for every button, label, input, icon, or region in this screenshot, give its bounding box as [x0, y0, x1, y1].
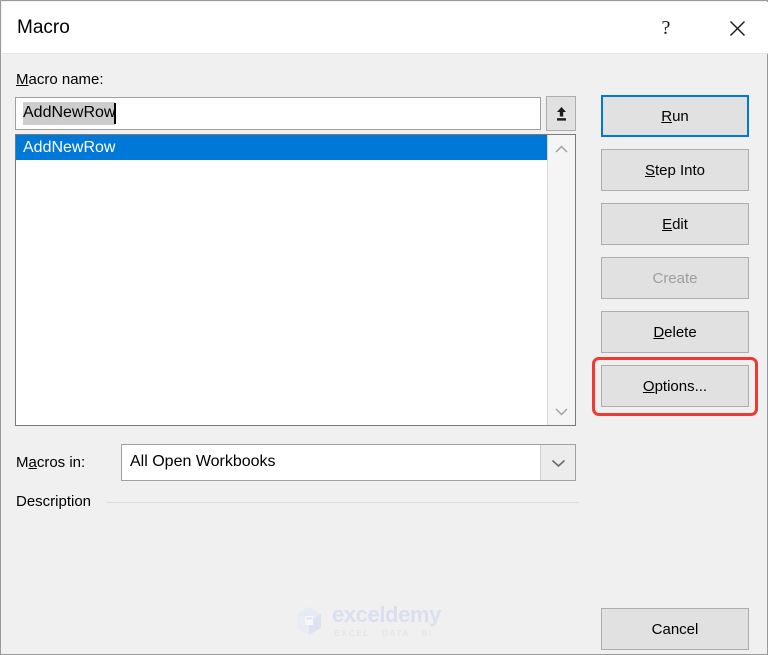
macro-name-input[interactable]: AddNewRow — [15, 97, 541, 130]
run-button-label: un — [672, 107, 689, 125]
question-mark-icon: ? — [661, 17, 671, 39]
dialog-titlebar: Macro ? — [2, 2, 768, 54]
chevron-up-icon — [555, 145, 568, 153]
description-separator — [106, 502, 579, 503]
upload-arrow-icon — [556, 106, 566, 121]
macro-dialog: Macro ? Macro name: AddNewRow AddNewRow — [0, 0, 768, 655]
upload-macro-button[interactable] — [546, 96, 576, 131]
exceldemy-logo-icon — [297, 607, 321, 635]
text-caret — [114, 103, 117, 124]
macros-in-label-prefix: M — [16, 454, 29, 471]
edit-button[interactable]: Edit — [601, 203, 749, 245]
chevron-down-icon — [555, 407, 568, 415]
scroll-down-button[interactable] — [548, 397, 575, 425]
scroll-up-button[interactable] — [548, 135, 575, 163]
macros-in-dropdown-button[interactable] — [540, 445, 575, 480]
macros-in-label-rest: cros in: — [36, 454, 86, 471]
macro-name-label: Macro name: — [16, 71, 104, 88]
watermark-tagline: EXCEL · DATA · BI — [334, 628, 433, 639]
close-button[interactable] — [714, 3, 760, 53]
macro-name-label-accesskey: M — [16, 71, 29, 88]
close-icon — [729, 20, 745, 36]
macro-name-row: AddNewRow — [15, 96, 576, 131]
options-button-label: ptions... — [654, 377, 708, 395]
step-into-button-label: tep Into — [654, 161, 706, 179]
create-button-label: Create — [652, 269, 698, 287]
macro-list-items: AddNewRow — [16, 135, 547, 425]
cancel-button[interactable]: Cancel — [601, 608, 749, 650]
run-button[interactable]: Run — [601, 95, 749, 137]
create-button: Create — [601, 257, 749, 299]
edit-button-label: dit — [672, 215, 688, 233]
macro-name-value: AddNewRow — [23, 102, 116, 125]
macros-in-label: Macros in: — [16, 454, 85, 471]
step-into-button[interactable]: Step Into — [601, 149, 749, 191]
macros-in-select[interactable]: All Open Workbooks — [121, 444, 576, 481]
delete-button-label: elete — [664, 323, 697, 341]
watermark-text: exceldemy EXCEL · DATA · BI — [332, 604, 441, 638]
macro-list-scrollbar[interactable] — [547, 135, 575, 425]
edit-button-accesskey: E — [662, 215, 673, 233]
watermark-name: exceldemy — [332, 602, 441, 628]
delete-button[interactable]: Delete — [601, 311, 749, 353]
run-button-accesskey: R — [661, 107, 673, 125]
chevron-down-icon — [551, 459, 565, 467]
help-button[interactable]: ? — [643, 3, 689, 53]
step-into-button-accesskey: S — [644, 161, 655, 179]
macro-name-label-rest: acro name: — [28, 71, 104, 88]
dialog-title: Macro — [17, 17, 70, 38]
exceldemy-watermark: exceldemy EXCEL · DATA · BI — [292, 601, 478, 641]
macro-list[interactable]: AddNewRow — [15, 134, 576, 426]
delete-button-accesskey: D — [653, 323, 665, 341]
list-item[interactable]: AddNewRow — [16, 135, 547, 160]
macros-in-value: All Open Workbooks — [130, 453, 276, 470]
description-label: Description — [16, 493, 92, 510]
options-button[interactable]: Options... — [601, 365, 749, 407]
cancel-button-label: Cancel — [651, 620, 699, 638]
options-button-accesskey: O — [642, 377, 655, 395]
macros-in-label-accesskey: a — [28, 454, 37, 471]
